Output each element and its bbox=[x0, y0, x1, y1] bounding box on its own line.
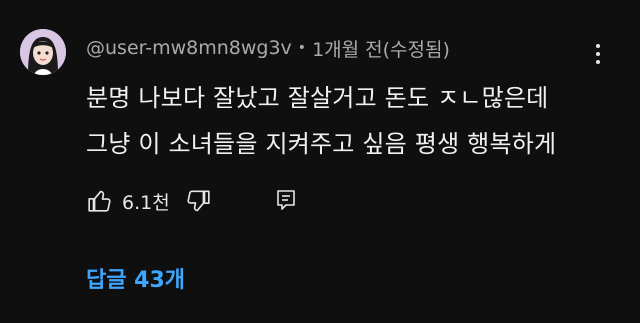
comment-time[interactable]: 1개월 전 bbox=[312, 35, 383, 62]
reply-button[interactable] bbox=[272, 186, 300, 216]
more-vert-icon[interactable] bbox=[588, 40, 608, 68]
author-name[interactable]: @user-mw8mn8wg3v bbox=[86, 37, 292, 59]
comment-text-line-1: 분명 나보다 잘났고 잘살거고 돈도 ㅈㄴ많은데 bbox=[86, 84, 549, 112]
comment-icon bbox=[276, 190, 295, 210]
view-replies-button[interactable]: 답글 43개 bbox=[86, 262, 185, 294]
avatar[interactable] bbox=[20, 29, 66, 75]
comment-text-line-2: 그냥 이 소녀들을 지켜주고 싶음 평생 행복하게 bbox=[86, 130, 557, 158]
thumb-down-icon bbox=[187, 190, 210, 212]
comment-actions: 6.1천 bbox=[86, 184, 300, 218]
like-button[interactable] bbox=[86, 186, 114, 216]
thumb-up-icon bbox=[88, 190, 111, 212]
comment-header: @user-mw8mn8wg3v • 1개월 전 (수정됨) bbox=[86, 33, 450, 63]
edited-label: (수정됨) bbox=[382, 38, 450, 61]
comment: @user-mw8mn8wg3v • 1개월 전 (수정됨) 분명 나보다 잘났… bbox=[0, 0, 640, 323]
avatar-image bbox=[20, 29, 66, 75]
like-count: 6.1천 bbox=[122, 191, 170, 214]
dislike-button[interactable] bbox=[184, 186, 212, 216]
separator-dot: • bbox=[297, 40, 307, 56]
